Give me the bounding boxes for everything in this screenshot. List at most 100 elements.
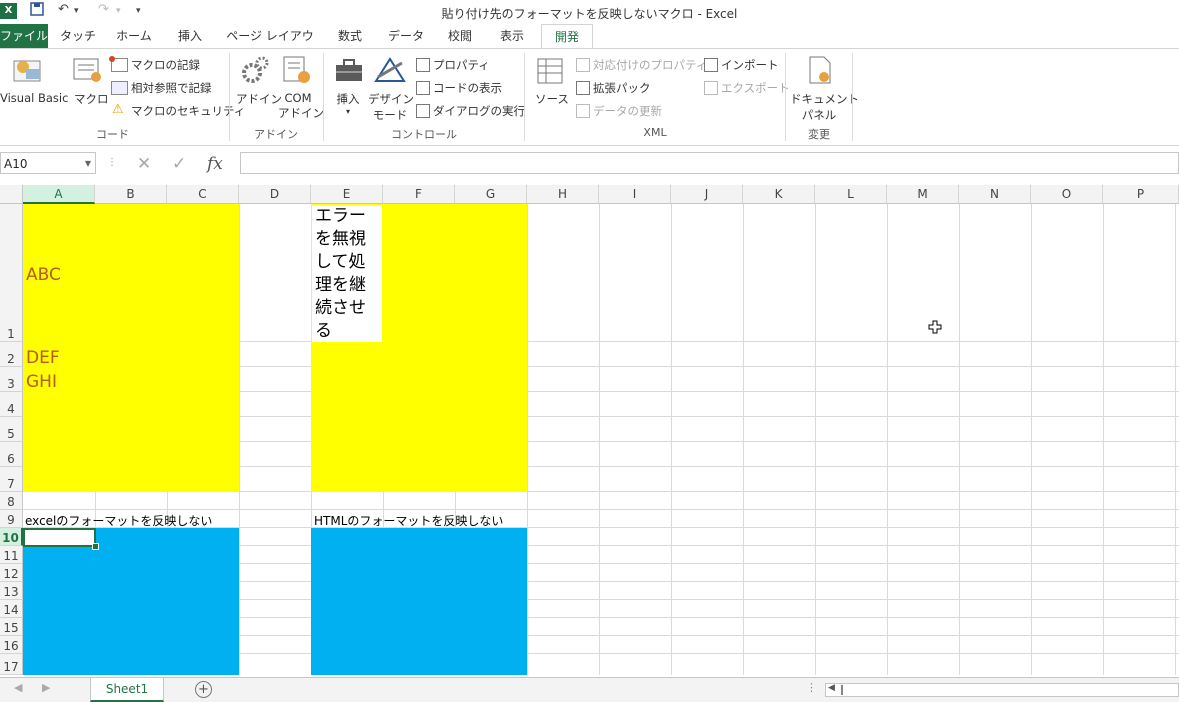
column-header-h[interactable]: H xyxy=(527,185,599,204)
macro-icon xyxy=(73,58,101,82)
row-header-5[interactable]: 5 xyxy=(0,417,23,442)
document-panel-button[interactable]: ドキュメント パネル xyxy=(790,91,859,123)
properties-icon xyxy=(416,58,430,72)
window-title: 貼り付け先のフォーマットを反映しないマクロ - Excel xyxy=(441,7,738,21)
relative-reference-button[interactable]: 相対参照で記録 xyxy=(131,80,212,96)
expansion-pack-icon xyxy=(576,81,590,95)
expansion-pack-button[interactable]: 拡張パック xyxy=(593,80,651,96)
horizontal-scrollbar[interactable]: ◀ xyxy=(825,683,1179,697)
column-header-k[interactable]: K xyxy=(743,185,815,204)
row-header-8[interactable]: 8 xyxy=(0,492,23,510)
xml-source-button[interactable]: ソース xyxy=(535,91,569,107)
row-header-11[interactable]: 11 xyxy=(0,546,23,564)
gridline xyxy=(815,204,816,675)
properties-button[interactable]: プロパティ xyxy=(433,57,490,73)
cell-e9-text: HTMLのフォーマットを反映しない xyxy=(314,514,504,528)
warning-icon: ⚠ xyxy=(112,102,124,117)
column-header-e[interactable]: E xyxy=(311,185,383,204)
row-header-2[interactable]: 2 xyxy=(0,342,23,367)
select-all-corner[interactable] xyxy=(0,185,23,204)
add-in-button[interactable]: アドイン xyxy=(236,91,282,107)
tab-view[interactable]: 表示 xyxy=(494,24,530,48)
import-button[interactable]: インポート xyxy=(721,57,779,73)
column-header-b[interactable]: B xyxy=(95,185,167,204)
document-panel-label-1: ドキュメント xyxy=(790,92,859,106)
column-header-l[interactable]: L xyxy=(815,185,887,204)
insert-control-button[interactable]: 挿入 ▾ xyxy=(334,91,362,116)
record-macro-button[interactable]: マクロの記録 xyxy=(131,57,200,73)
row-header-10[interactable]: 10 xyxy=(0,528,23,546)
design-mode-button[interactable]: デザイン モード xyxy=(368,91,414,123)
split-handle-icon[interactable]: ⋮ xyxy=(806,681,817,694)
tab-developer[interactable]: 開発 xyxy=(541,24,593,50)
cancel-icon[interactable]: ✕ xyxy=(137,154,151,174)
row-header-13[interactable]: 13 xyxy=(0,582,23,600)
row-header-1[interactable]: 1 xyxy=(0,204,23,342)
row-header-7[interactable]: 7 xyxy=(0,467,23,492)
gridline xyxy=(1103,204,1104,675)
row-header-3[interactable]: 3 xyxy=(0,367,23,392)
record-macro-icon xyxy=(109,56,128,72)
blue-range-a10-c17 xyxy=(23,528,239,675)
view-code-icon xyxy=(416,81,430,95)
export-button[interactable]: エクスポート xyxy=(721,80,790,96)
relative-reference-icon xyxy=(111,81,128,95)
column-header-g[interactable]: G xyxy=(455,185,527,204)
gridline xyxy=(1031,204,1032,675)
view-code-button[interactable]: コードの表示 xyxy=(433,80,502,96)
cell-a9-text: excelのフォーマットを反映しない xyxy=(25,514,213,528)
name-box-dropdown-icon[interactable]: ▼ xyxy=(85,153,91,175)
com-add-in-button[interactable]: COM アドイン xyxy=(278,91,324,121)
row-header-4[interactable]: 4 xyxy=(0,392,23,417)
column-header-m[interactable]: M xyxy=(887,185,959,204)
tab-touch[interactable]: タッチ xyxy=(60,24,96,48)
column-header-j[interactable]: J xyxy=(671,185,743,204)
run-dialog-button[interactable]: ダイアログの実行 xyxy=(433,103,525,119)
row-header-15[interactable]: 15 xyxy=(0,618,23,636)
map-properties-button[interactable]: 対応付けのプロパティ xyxy=(593,57,707,73)
worksheet-grid[interactable]: A B C D E F G H I J K L M N O P 1 2 3 4 … xyxy=(0,185,1179,675)
sheet-tab-sheet1[interactable]: Sheet1 xyxy=(90,678,164,702)
visual-basic-button[interactable]: Visual Basic xyxy=(0,91,68,105)
next-sheet-icon[interactable]: ▶ xyxy=(42,681,50,694)
tab-page-layout[interactable]: ページ レイアウト xyxy=(224,24,316,67)
gridline xyxy=(239,204,240,675)
row-header-16[interactable]: 16 xyxy=(0,636,23,654)
tab-data[interactable]: データ xyxy=(384,24,428,48)
row-header-12[interactable]: 12 xyxy=(0,564,23,582)
cell-a1-text: ABC xyxy=(26,265,61,285)
row-header-17[interactable]: 17 xyxy=(0,654,23,675)
row-header-6[interactable]: 6 xyxy=(0,442,23,467)
tab-home[interactable]: ホーム xyxy=(112,24,156,48)
gridline xyxy=(23,509,1179,510)
document-panel-icon xyxy=(809,56,831,84)
column-header-d[interactable]: D xyxy=(239,185,311,204)
insert-function-icon[interactable]: fx xyxy=(207,154,223,174)
insert-control-toolbox-icon xyxy=(336,59,362,81)
row-header-14[interactable]: 14 xyxy=(0,600,23,618)
column-header-c[interactable]: C xyxy=(167,185,239,204)
column-header-i[interactable]: I xyxy=(599,185,671,204)
title-bar: X ↶ ▾ ↷ ▾ ▾ 貼り付け先のフォーマットを反映しないマクロ - Exce… xyxy=(0,0,1179,24)
column-header-n[interactable]: N xyxy=(959,185,1031,204)
fill-handle[interactable] xyxy=(92,543,99,550)
column-header-p[interactable]: P xyxy=(1103,185,1179,204)
tab-formulas[interactable]: 数式 xyxy=(332,24,368,48)
tab-review[interactable]: 校閲 xyxy=(442,24,478,48)
scrollbar-thumb[interactable] xyxy=(841,685,843,695)
refresh-data-button[interactable]: データの更新 xyxy=(593,103,662,119)
column-header-a[interactable]: A xyxy=(23,185,95,204)
row-header-9[interactable]: 9 xyxy=(0,510,23,528)
column-header-f[interactable]: F xyxy=(383,185,455,204)
enter-icon[interactable]: ✓ xyxy=(172,154,186,174)
column-header-o[interactable]: O xyxy=(1031,185,1103,204)
previous-sheet-icon[interactable]: ◀ xyxy=(14,681,22,694)
tab-file[interactable]: ファイル xyxy=(0,24,48,48)
macro-button[interactable]: マクロ xyxy=(74,91,109,107)
add-sheet-icon[interactable]: + xyxy=(195,681,212,698)
tab-insert[interactable]: 挿入 xyxy=(172,24,208,48)
selected-cell-a10[interactable] xyxy=(23,528,96,547)
name-box[interactable]: A10 ▼ xyxy=(0,152,96,174)
scroll-left-icon[interactable]: ◀ xyxy=(828,683,835,693)
formula-input[interactable] xyxy=(240,152,1179,174)
